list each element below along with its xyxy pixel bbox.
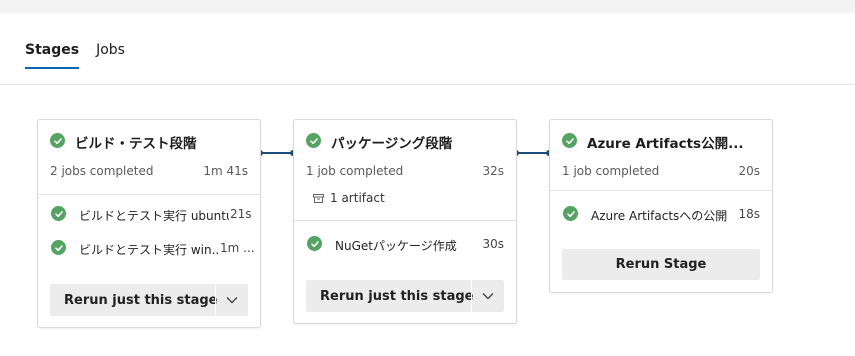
chevron-down-icon[interactable] xyxy=(472,280,504,312)
stage-card-packaging[interactable]: パッケージング段階 1 job completed 32s 1 artifact… xyxy=(293,119,517,324)
stage-card-azure-artifacts[interactable]: Azure Artifacts公開... 1 job completed 20s… xyxy=(549,119,773,293)
stage-title: ビルド・テスト段階 xyxy=(75,136,197,152)
tabs-divider xyxy=(0,84,855,85)
artifact-icon xyxy=(313,194,324,203)
rerun-stage-button[interactable]: Rerun Stage xyxy=(562,249,760,280)
rerun-stage-label: Rerun just this stage xyxy=(64,292,218,308)
check-icon xyxy=(562,133,577,148)
stage-duration: 32s xyxy=(482,164,504,178)
tab-stages[interactable]: Stages xyxy=(25,41,80,71)
stage-card-build-test[interactable]: ビルド・テスト段階 2 jobs completed 1m 41s ビルドとテス… xyxy=(37,119,261,328)
stage-summary: 1 job completed xyxy=(306,164,404,178)
rerun-stage-label: Rerun just this stage xyxy=(320,288,474,304)
divider xyxy=(294,220,516,221)
job-name[interactable]: ビルドとテスト実行 ubuntu xyxy=(79,207,229,224)
tab-bar: Stages Jobs xyxy=(25,41,125,71)
stage-duration: 1m 41s xyxy=(203,164,248,178)
stage-duration: 20s xyxy=(738,164,760,178)
stage-title: Azure Artifacts公開... xyxy=(587,136,744,152)
check-icon xyxy=(306,133,321,148)
job-duration: 1m ... xyxy=(220,241,255,255)
check-icon xyxy=(51,240,66,255)
divider xyxy=(38,194,260,195)
divider xyxy=(550,190,772,191)
stage-summary: 1 job completed xyxy=(562,164,660,178)
job-name[interactable]: Azure Artifactsへの公開 xyxy=(591,207,741,224)
stage-connector xyxy=(260,152,293,154)
stage-connector xyxy=(516,152,549,154)
job-name[interactable]: NuGetパッケージ作成 xyxy=(335,237,475,254)
tab-jobs[interactable]: Jobs xyxy=(96,41,125,71)
chevron-down-icon[interactable] xyxy=(216,284,248,316)
artifact-count[interactable]: 1 artifact xyxy=(330,191,385,205)
check-icon xyxy=(50,133,65,148)
job-duration: 30s xyxy=(482,237,504,251)
job-duration: 18s xyxy=(738,207,760,221)
check-icon xyxy=(51,206,66,221)
job-duration: 21s xyxy=(230,207,252,221)
check-icon xyxy=(307,236,322,251)
stage-summary: 2 jobs completed xyxy=(50,164,154,178)
stage-title: パッケージング段階 xyxy=(331,136,453,152)
job-name[interactable]: ビルドとテスト実行 win... xyxy=(79,241,219,258)
check-icon xyxy=(563,206,578,221)
